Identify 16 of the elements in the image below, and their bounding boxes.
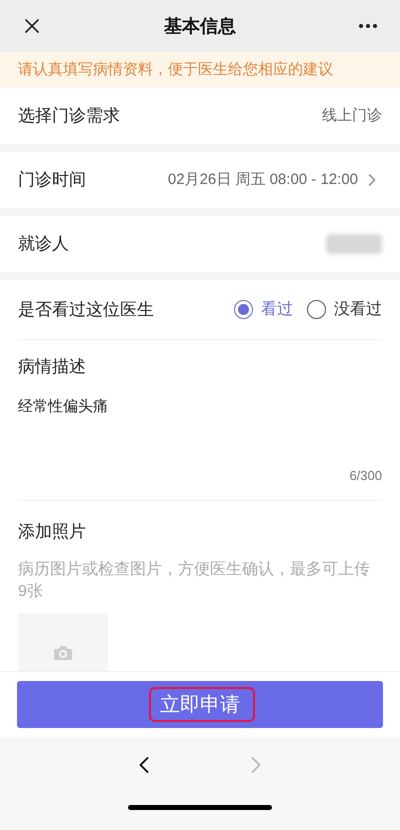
row-value: 线上门诊 [322, 106, 382, 126]
radio-option[interactable]: 没看过 [307, 298, 382, 322]
row-label: 门诊时间 [18, 169, 86, 192]
section-label: 病情描述 [18, 356, 87, 378]
row-label: 就诊人 [18, 233, 69, 256]
time-selector[interactable]: 02月26日 周五 08:00 - 12:00 [168, 168, 358, 192]
notice-banner: 请认真填写病情资料，便于医生给您相应的建议 [0, 52, 400, 88]
row-label: 选择门诊需求 [18, 105, 120, 128]
character-counter: 6/300 [349, 467, 382, 485]
question-label: 是否看过这位医生 [18, 298, 154, 321]
radio-option[interactable]: 看过 [234, 298, 293, 322]
photo-hint: 病历图片或检查图片，方便医生确认，最多可上传9张 [18, 560, 371, 602]
section-label: 添加照片 [18, 520, 87, 542]
page-title: 基本信息 [164, 14, 236, 38]
description-field[interactable]: 经常性偏头痛 [18, 396, 382, 466]
submit-button[interactable]: 立即申请 [17, 681, 383, 728]
